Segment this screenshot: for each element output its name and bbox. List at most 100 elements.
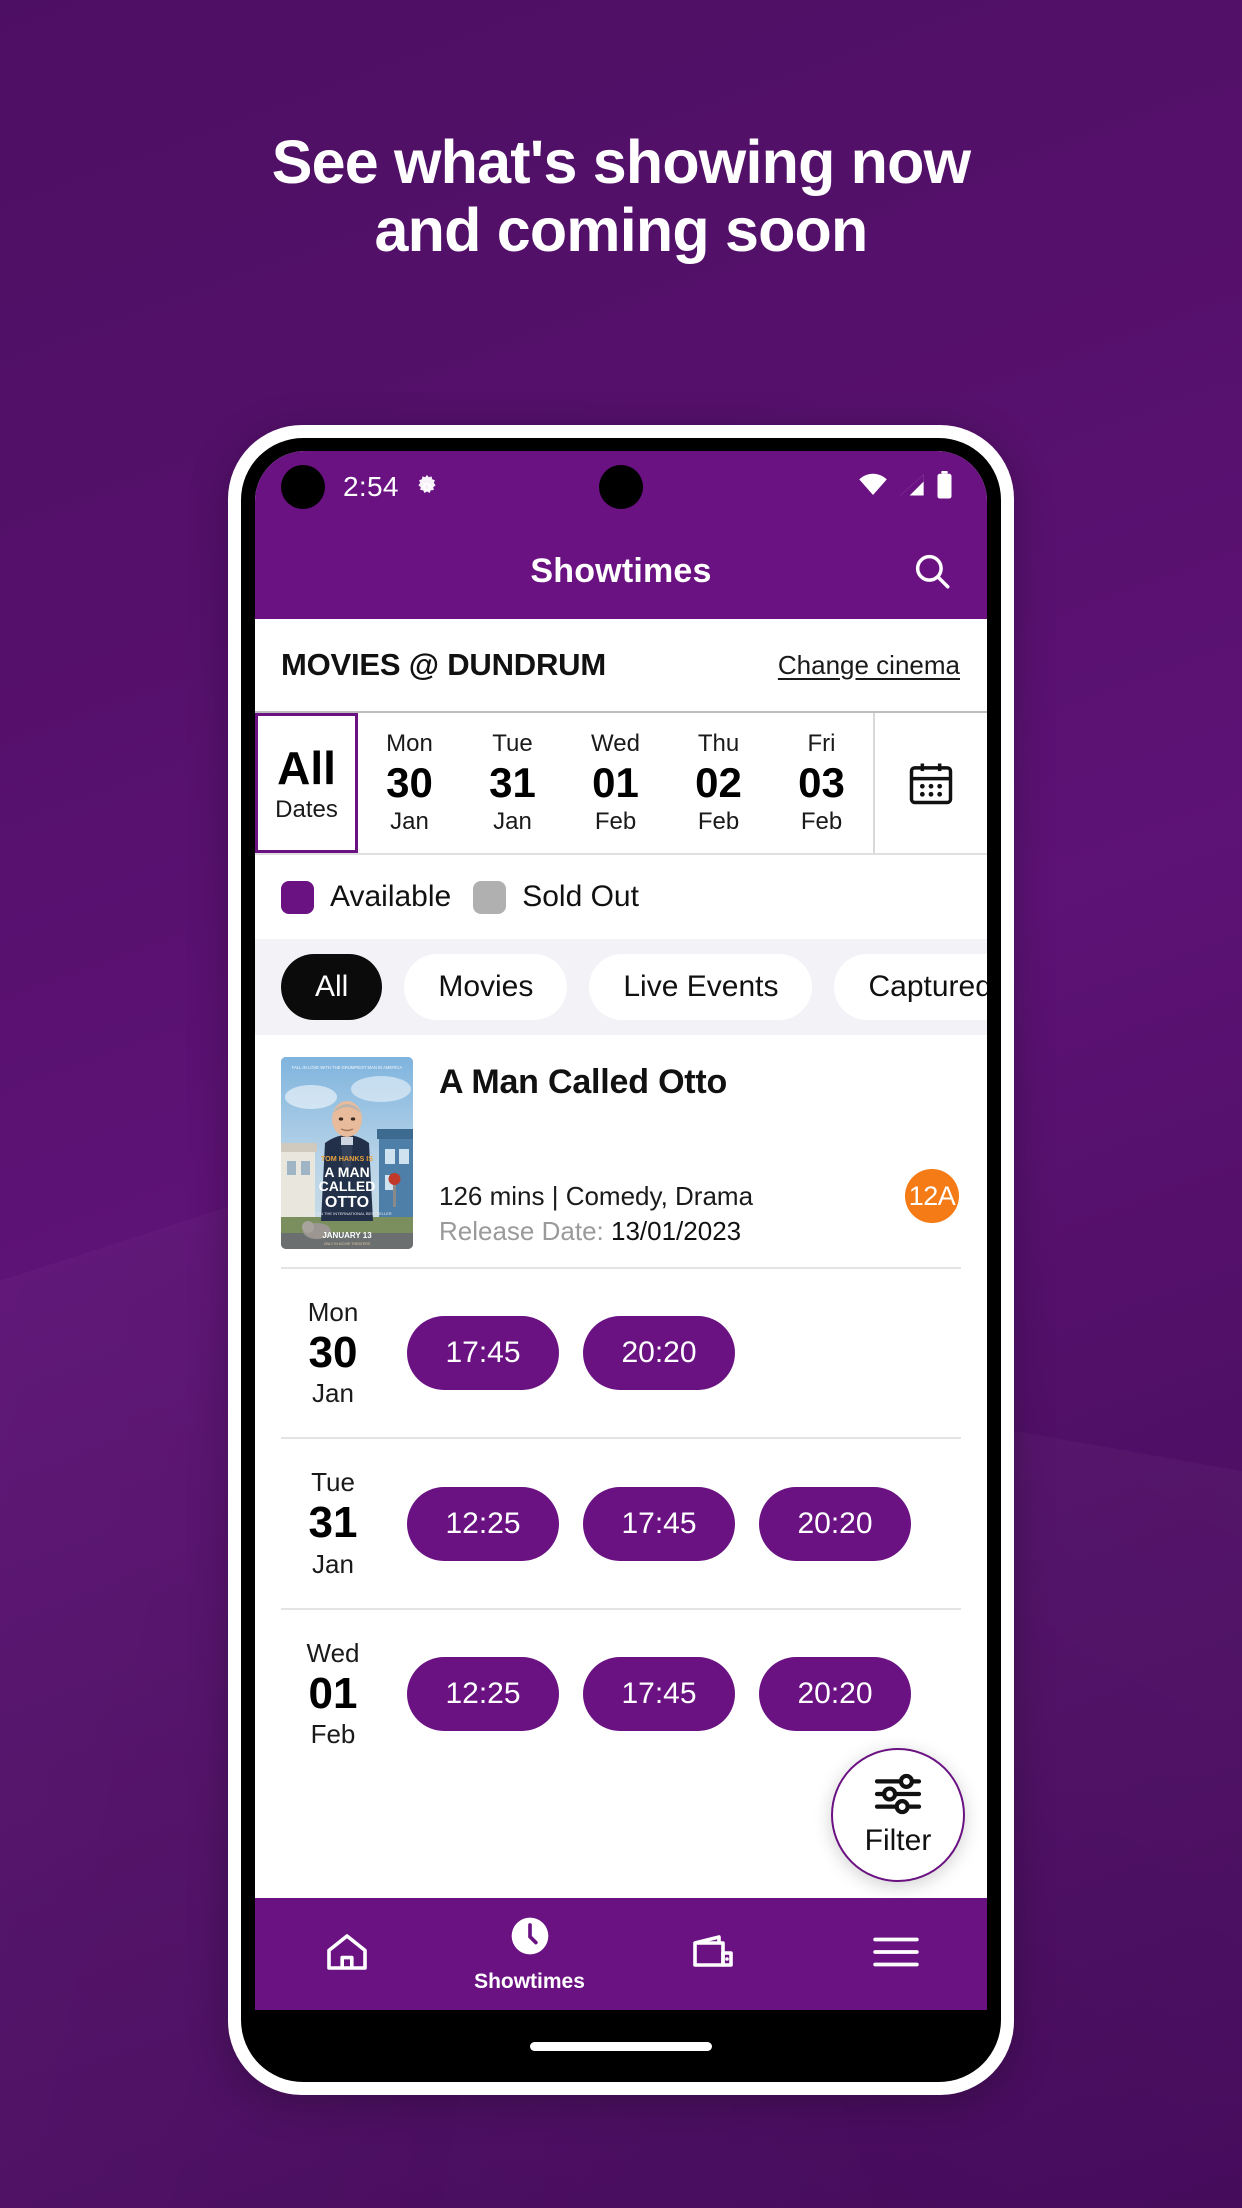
- headline-line-1: See what's showing now: [271, 128, 971, 196]
- date-cell-mon: Feb: [800, 808, 843, 836]
- date-cell-num: 03: [798, 758, 845, 806]
- svg-text:TOM HANKS IS: TOM HANKS IS: [321, 1154, 373, 1163]
- category-filter-chips[interactable]: All Movies Live Events Captured: [255, 939, 987, 1035]
- promo-headline: See what's showing now and coming soon: [0, 128, 1242, 265]
- legend-label-available: Available: [330, 880, 452, 913]
- date-cell-dow: Fri: [807, 730, 836, 758]
- time-pill[interactable]: 12:25: [407, 1656, 559, 1731]
- movie-card[interactable]: FALL IN LOVE WITH THE GRUMPIEST MAN IN A…: [255, 1035, 987, 1267]
- bottom-navigation[interactable]: Showtimes: [255, 1898, 987, 2010]
- nav-item-menu[interactable]: [804, 1932, 987, 1977]
- showtime-day: 01: [308, 1668, 358, 1718]
- cinema-name: MOVIES @ DUNDRUM: [281, 647, 606, 682]
- nav-item-wallet[interactable]: [621, 1928, 804, 1981]
- movie-poster[interactable]: FALL IN LOVE WITH THE GRUMPIEST MAN IN A…: [281, 1057, 413, 1249]
- filter-button[interactable]: Filter: [831, 1748, 965, 1882]
- chip-live-events[interactable]: Live Events: [589, 954, 813, 1020]
- showtime-row: Mon 30 Jan 17:45 20:20: [255, 1269, 987, 1437]
- calendar-icon[interactable]: [873, 713, 987, 853]
- time-pill[interactable]: 20:20: [583, 1316, 735, 1391]
- release-date-value: 13/01/2023: [610, 1215, 742, 1246]
- svg-text:BASED ON THE INTERNATIONAL BES: BASED ON THE INTERNATIONAL BESTSELLER: [302, 1211, 391, 1216]
- movie-meta: 126 mins | Comedy, Drama Release Date: 1…: [439, 1180, 961, 1249]
- date-cell-wed-01[interactable]: Wed 01 Feb: [564, 713, 667, 853]
- svg-text:ONLY IN MOVIE THEATERS: ONLY IN MOVIE THEATERS: [324, 1242, 371, 1246]
- status-bar-indicators: [858, 470, 953, 504]
- app-bar: Showtimes: [255, 523, 987, 619]
- showtime-month: Feb: [310, 1719, 356, 1750]
- date-cell-fri-03[interactable]: Fri 03 Feb: [770, 713, 873, 853]
- movie-runtime-genre: 126 mins | Comedy, Drama: [439, 1181, 754, 1212]
- showtime-times: 17:45 20:20: [407, 1316, 961, 1391]
- legend-label-sold-out: Sold Out: [522, 880, 639, 913]
- showtime-date: Tue 31 Jan: [281, 1467, 385, 1579]
- date-cell-num: 01: [592, 758, 639, 806]
- showtime-dow: Wed: [306, 1637, 360, 1668]
- date-cell-all[interactable]: All Dates: [255, 713, 358, 853]
- showtime-date: Wed 01 Feb: [281, 1638, 385, 1750]
- date-selector-strip[interactable]: All Dates Mon 30 Jan Tue 31 Jan Wed 01 F…: [255, 711, 987, 853]
- showtime-date: Mon 30 Jan: [281, 1297, 385, 1409]
- date-cell-dow: Mon: [386, 730, 433, 758]
- time-pill[interactable]: 12:25: [407, 1486, 559, 1561]
- home-icon: [323, 1928, 371, 1981]
- date-cell-dow: Tue: [492, 730, 533, 758]
- search-icon[interactable]: [911, 550, 953, 592]
- svg-text:CALLED: CALLED: [319, 1178, 376, 1194]
- date-cell-mon-30[interactable]: Mon 30 Jan: [358, 713, 461, 853]
- chip-captured[interactable]: Captured: [834, 954, 987, 1020]
- chip-all[interactable]: All: [281, 954, 383, 1020]
- time-pill[interactable]: 17:45: [583, 1486, 735, 1561]
- date-cell-num: 30: [386, 758, 433, 806]
- svg-text:JANUARY 13: JANUARY 13: [322, 1231, 372, 1240]
- svg-text:FALL IN LOVE WITH THE GRUMPIES: FALL IN LOVE WITH THE GRUMPIEST MAN IN A…: [292, 1065, 403, 1070]
- showtime-month: Jan: [312, 1548, 354, 1579]
- legend-item-sold-out: Sold Out: [473, 880, 639, 914]
- showtime-month: Jan: [312, 1378, 354, 1409]
- time-pill[interactable]: 20:20: [759, 1656, 911, 1731]
- showtime-times: 12:25 17:45 20:20: [407, 1656, 961, 1731]
- sold-out-swatch: [473, 880, 507, 914]
- movie-info: A Man Called Otto 126 mins | Comedy, Dra…: [439, 1057, 961, 1249]
- time-pill[interactable]: 20:20: [759, 1486, 911, 1561]
- phone-body: 2:54 Showtimes MOVIES @ DUNDRUM Change c…: [241, 438, 1001, 2082]
- phone-mockup-frame: 2:54 Showtimes MOVIES @ DUNDRUM Change c…: [228, 425, 1014, 2095]
- time-pill[interactable]: 17:45: [407, 1316, 559, 1391]
- front-camera-dot-center: [599, 465, 643, 509]
- showtime-day: 30: [308, 1328, 358, 1377]
- showtime-row: Tue 31 Jan 12:25 17:45 20:20: [255, 1439, 987, 1607]
- date-cell-thu-02[interactable]: Thu 02 Feb: [667, 713, 770, 853]
- chip-movies[interactable]: Movies: [404, 954, 568, 1020]
- svg-text:OTTO: OTTO: [325, 1194, 369, 1211]
- nav-item-showtimes[interactable]: Showtimes: [438, 1914, 621, 1994]
- release-date-label: Release Date:: [439, 1215, 611, 1246]
- wallet-icon: [689, 1928, 737, 1981]
- gesture-home-bar[interactable]: [530, 2041, 712, 2051]
- clock-icon: [508, 1914, 552, 1963]
- date-cell-num: 02: [695, 758, 742, 806]
- date-cell-num: 31: [489, 758, 536, 806]
- showtime-day: 31: [308, 1498, 358, 1548]
- change-cinema-link[interactable]: Change cinema: [778, 650, 960, 681]
- age-rating-badge: 12A: [905, 1169, 959, 1223]
- date-cell-mon: Jan: [493, 808, 532, 836]
- date-cell-tue-31[interactable]: Tue 31 Jan: [461, 713, 564, 853]
- date-cell-dow: Thu: [697, 730, 740, 758]
- time-pill[interactable]: 17:45: [583, 1656, 735, 1731]
- gesture-nav-area: [255, 2010, 987, 2082]
- hamburger-menu-icon: [871, 1932, 921, 1977]
- nav-item-home[interactable]: [255, 1928, 438, 1981]
- phone-screen: 2:54 Showtimes MOVIES @ DUNDRUM Change c…: [255, 451, 987, 2082]
- showtime-times: 12:25 17:45 20:20: [407, 1486, 961, 1561]
- movie-title: A Man Called Otto: [439, 1063, 728, 1101]
- legend-item-available: Available: [281, 880, 451, 914]
- cinema-header-row: MOVIES @ DUNDRUM Change cinema: [255, 619, 987, 711]
- date-cell-all-num: All: [277, 741, 336, 794]
- nav-label-showtimes: Showtimes: [474, 1970, 585, 1993]
- status-bar: 2:54: [255, 451, 987, 523]
- showtime-dow: Tue: [311, 1467, 355, 1498]
- date-cell-dow: Wed: [591, 730, 640, 758]
- showtimes-list[interactable]: FALL IN LOVE WITH THE GRUMPIEST MAN IN A…: [255, 1035, 987, 1898]
- showtime-dow: Mon: [307, 1297, 359, 1327]
- sliders-icon: [872, 1773, 924, 1820]
